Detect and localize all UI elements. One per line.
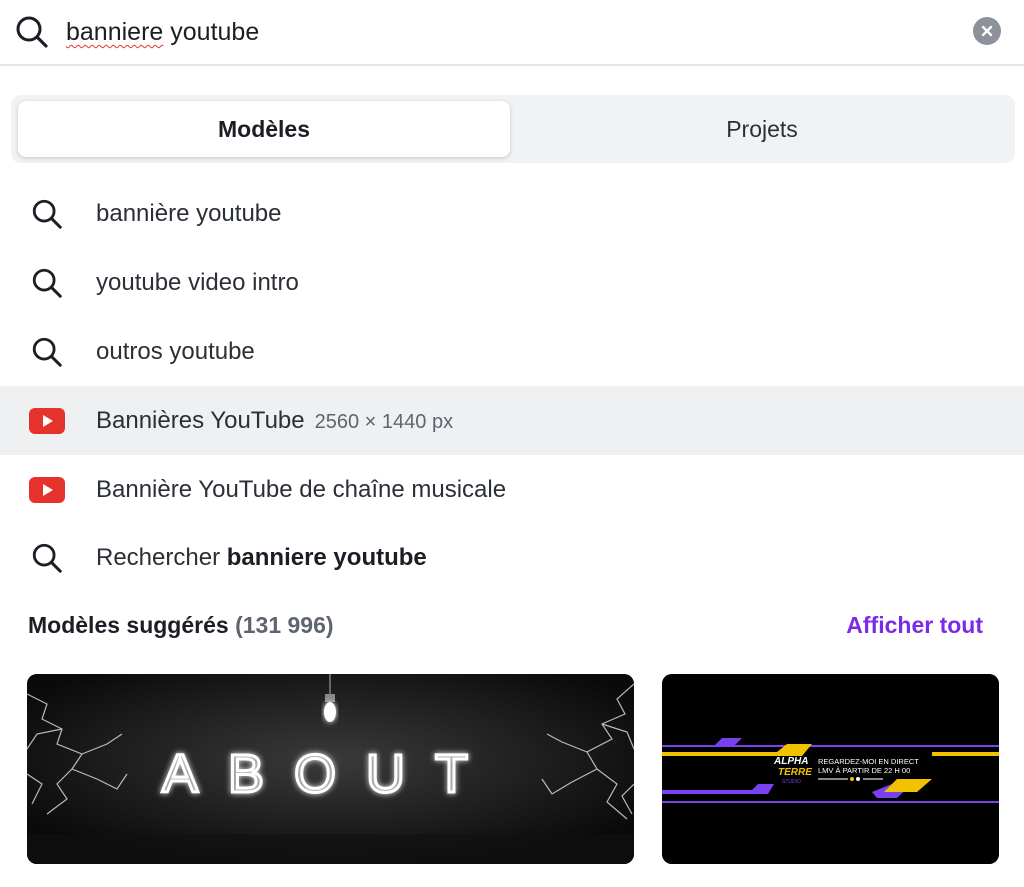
suggestion-label: youtube video intro — [96, 269, 299, 297]
result-type-tabs: Modèles Projets — [11, 95, 1015, 163]
tab-projects[interactable]: Projets — [516, 101, 1008, 157]
suggestion-item-youtube-banners[interactable]: Bannières YouTube 2560 × 1440 px — [0, 386, 1024, 456]
about-text: ABOUT — [162, 744, 498, 804]
suggestion-item-music-banner[interactable]: Bannière YouTube de chaîne musicale — [0, 455, 1024, 524]
suggestion-dimensions: 2560 × 1440 px — [314, 410, 454, 433]
svg-text:REGARDEZ-MOI EN DIRECT: REGARDEZ-MOI EN DIRECT — [818, 757, 919, 766]
search-icon — [28, 333, 66, 371]
suggestion-list: bannière youtube youtube video intro out… — [0, 180, 1024, 593]
template-thumbnail-alpha-terre[interactable]: ALPHA TERRE STUDIO REGARDEZ-MOI EN DIREC… — [662, 674, 999, 864]
search-prefix: Rechercher — [96, 544, 227, 572]
template-thumbnail-about[interactable]: ABOUT — [27, 674, 634, 864]
search-icon — [28, 264, 66, 302]
section-title-text: Modèles suggérés — [28, 612, 229, 638]
search-query-word: banniere — [66, 18, 164, 46]
close-icon — [981, 25, 993, 37]
clear-search-button[interactable] — [973, 17, 1001, 45]
see-all-link[interactable]: Afficher tout — [846, 612, 983, 639]
suggestion-item[interactable]: outros youtube — [0, 318, 1024, 387]
search-query-word: youtube — [163, 18, 260, 46]
svg-text:TERRE: TERRE — [778, 767, 812, 778]
search-icon — [28, 195, 66, 233]
search-icon — [28, 539, 66, 577]
search-term: banniere youtube — [226, 544, 427, 572]
youtube-icon — [28, 402, 66, 440]
search-icon — [14, 14, 50, 50]
suggestion-item[interactable]: youtube video intro — [0, 249, 1024, 318]
youtube-icon — [28, 471, 66, 509]
suggestion-label: bannière youtube — [96, 200, 282, 228]
suggestion-label: Rechercher banniere youtube — [96, 544, 427, 572]
suggestion-item-search-all[interactable]: Rechercher banniere youtube — [0, 524, 1024, 593]
suggested-templates-header: Modèles suggérés (131 996) Afficher tout — [28, 608, 988, 648]
svg-text:STUDIO: STUDIO — [782, 779, 801, 785]
suggestion-label: outros youtube — [96, 337, 255, 365]
tab-templates[interactable]: Modèles — [18, 101, 510, 157]
suggestion-label: Bannière YouTube de chaîne musicale — [96, 475, 507, 503]
search-bar: banniere youtube — [0, 0, 1024, 66]
suggestion-title: Bannières YouTube — [96, 406, 305, 434]
suggestion-item[interactable]: bannière youtube — [0, 180, 1024, 249]
svg-text:LMV À PARTIR DE 22 H 00: LMV À PARTIR DE 22 H 00 — [818, 766, 910, 775]
svg-text:ALPHA: ALPHA — [773, 756, 808, 767]
suggestion-label: Bannières YouTube 2560 × 1440 px — [96, 407, 453, 435]
section-title: Modèles suggérés (131 996) — [28, 612, 334, 639]
search-input[interactable]: banniere youtube — [66, 14, 259, 50]
result-count: (131 996) — [235, 612, 334, 638]
